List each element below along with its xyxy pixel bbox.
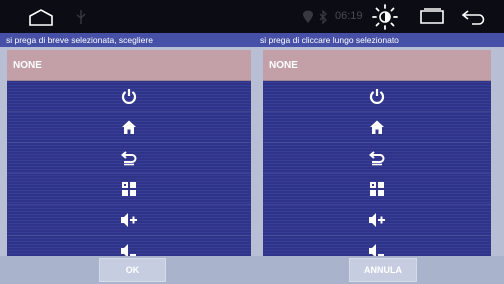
volume-down-icon <box>368 243 386 256</box>
location-icon <box>302 10 314 24</box>
list-item-home[interactable] <box>263 112 491 143</box>
status-clock: 06:19 <box>335 10 363 22</box>
brightness-icon[interactable] <box>371 3 399 31</box>
list-item-power[interactable] <box>263 81 491 112</box>
home-icon[interactable] <box>28 8 54 26</box>
power-icon <box>369 88 385 104</box>
footer-bar <box>0 256 504 284</box>
list-item-apps[interactable] <box>7 174 251 205</box>
back-icon[interactable] <box>460 8 486 26</box>
list-item-volume-down[interactable] <box>263 236 491 256</box>
bluetooth-icon <box>318 10 328 24</box>
left-panel-title: si prega di breve selezionata, scegliere <box>6 35 153 45</box>
list-item-volume-down[interactable] <box>7 236 251 256</box>
volume-down-icon <box>120 243 138 256</box>
list-item-power[interactable] <box>7 81 251 112</box>
home-icon <box>121 119 137 135</box>
list-item-label: NONE <box>269 59 298 71</box>
return-icon <box>369 150 385 166</box>
recent-apps-icon[interactable] <box>417 7 447 27</box>
cancel-button[interactable]: ANNULA <box>349 258 417 282</box>
list-item-apps[interactable] <box>263 174 491 205</box>
right-panel-title: si prega di cliccare lungo selezionato <box>260 35 399 45</box>
home-icon <box>369 119 385 135</box>
ok-button[interactable]: OK <box>99 258 166 282</box>
title-bar: si prega di breve selezionata, scegliere… <box>0 33 504 47</box>
short-press-list: NONE <box>7 50 251 256</box>
list-item-volume-up[interactable] <box>263 205 491 236</box>
list-item-volume-up[interactable] <box>7 205 251 236</box>
status-bar: 06:19 <box>0 0 504 33</box>
volume-up-icon <box>120 212 138 228</box>
volume-up-icon <box>368 212 386 228</box>
list-item-none[interactable]: NONE <box>7 50 251 81</box>
power-icon <box>121 88 137 104</box>
return-icon <box>121 150 137 166</box>
apps-icon <box>369 181 385 197</box>
apps-icon <box>121 181 137 197</box>
list-item-return[interactable] <box>7 143 251 174</box>
list-item-label: NONE <box>13 59 42 71</box>
long-press-list: NONE <box>263 50 491 256</box>
usb-icon <box>74 9 88 25</box>
list-item-return[interactable] <box>263 143 491 174</box>
list-item-none[interactable]: NONE <box>263 50 491 81</box>
list-item-home[interactable] <box>7 112 251 143</box>
